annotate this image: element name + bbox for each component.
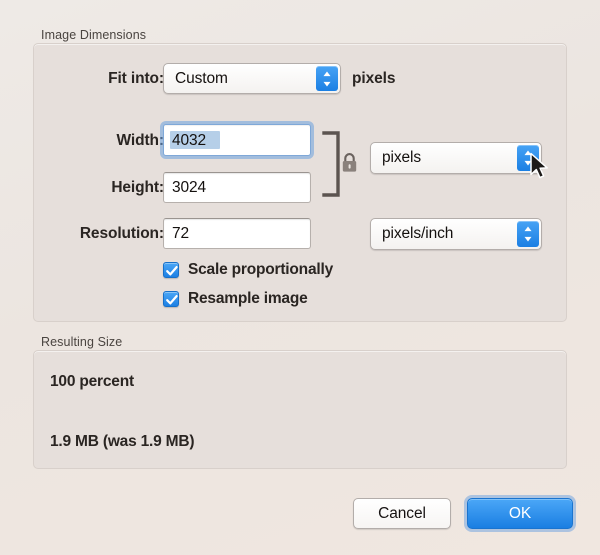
aspect-ratio-lock-group[interactable]	[322, 130, 362, 198]
height-label: Height:	[111, 179, 164, 196]
height-input[interactable]	[163, 172, 311, 203]
resolution-unit-stepper-arrows[interactable]	[517, 221, 539, 247]
scale-proportionally-checkbox[interactable]	[163, 262, 179, 278]
ok-button[interactable]: OK	[467, 498, 573, 529]
resolution-unit-select[interactable]: pixels/inch	[370, 218, 542, 250]
checkmark-icon	[166, 295, 178, 305]
resulting-size-group-box	[33, 350, 567, 469]
resulting-size-group-label: Resulting Size	[41, 335, 123, 349]
resolution-unit-value: pixels/inch	[382, 225, 454, 242]
checkmark-icon	[166, 266, 178, 276]
fit-into-label: Fit into:	[108, 70, 164, 87]
resample-image-checkbox[interactable]	[163, 291, 179, 307]
cancel-button[interactable]: Cancel	[353, 498, 451, 529]
fit-into-unit-suffix: pixels	[352, 70, 396, 87]
adjust-size-dialog: Image Dimensions Fit into: Custom pixels…	[0, 0, 600, 555]
width-label: Width:	[116, 132, 165, 149]
resample-image-label: Resample image	[188, 290, 308, 307]
fit-into-stepper-arrows[interactable]	[316, 66, 338, 91]
image-dimensions-group-label: Image Dimensions	[41, 28, 147, 42]
scale-proportionally-label: Scale proportionally	[188, 261, 334, 278]
resolution-input[interactable]	[163, 218, 311, 249]
fit-into-value: Custom	[175, 69, 228, 87]
size-unit-value: pixels	[382, 149, 422, 166]
arrow-pointer-icon	[530, 152, 548, 179]
fit-into-select[interactable]: Custom	[163, 63, 341, 94]
size-unit-select[interactable]: pixels	[370, 142, 542, 174]
resolution-label: Resolution:	[79, 225, 164, 242]
resulting-size-percent: 100 percent	[50, 373, 134, 390]
resulting-size-bytes: 1.9 MB (was 1.9 MB)	[50, 433, 195, 450]
lock-closed-icon[interactable]	[341, 152, 358, 174]
width-input[interactable]	[163, 124, 311, 156]
